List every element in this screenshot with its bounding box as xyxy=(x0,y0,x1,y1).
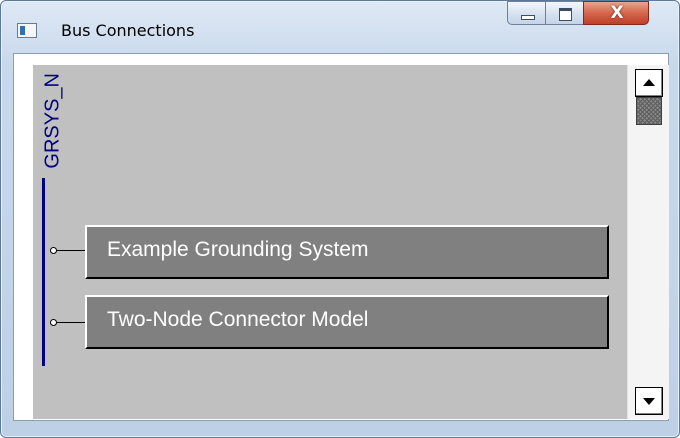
bus-line[interactable] xyxy=(42,178,45,366)
bus-name-text: GRSYS_N xyxy=(42,73,64,169)
close-button[interactable]: X xyxy=(583,1,649,25)
connection-node[interactable] xyxy=(50,247,57,254)
maximize-button[interactable] xyxy=(545,1,583,25)
window-title: Bus Connections xyxy=(61,21,195,40)
connection-stub xyxy=(55,322,86,323)
scroll-up-arrow-icon xyxy=(643,79,655,86)
connection-stub xyxy=(55,250,86,251)
device-label: Two-Node Connector Model xyxy=(107,308,369,331)
bus-connections-window: Bus Connections X GRSYS_N Example Ground… xyxy=(0,0,680,438)
vertical-scrollbar[interactable] xyxy=(627,65,669,419)
device-box-grounding-system[interactable]: Example Grounding System xyxy=(85,225,609,279)
app-window-icon[interactable] xyxy=(17,23,37,38)
scroll-down-button[interactable] xyxy=(635,387,663,415)
device-box-two-node-connector[interactable]: Two-Node Connector Model xyxy=(85,295,609,349)
device-label: Example Grounding System xyxy=(107,238,369,261)
scroll-up-button[interactable] xyxy=(635,69,663,97)
scroll-thumb[interactable] xyxy=(636,97,662,125)
connection-node[interactable] xyxy=(50,319,57,326)
close-icon: X xyxy=(610,3,624,23)
title-bar[interactable]: Bus Connections X xyxy=(1,1,679,53)
minimize-button[interactable] xyxy=(507,1,545,25)
minimize-icon xyxy=(521,15,535,20)
scroll-down-arrow-icon xyxy=(643,398,655,405)
maximize-icon xyxy=(559,8,572,21)
